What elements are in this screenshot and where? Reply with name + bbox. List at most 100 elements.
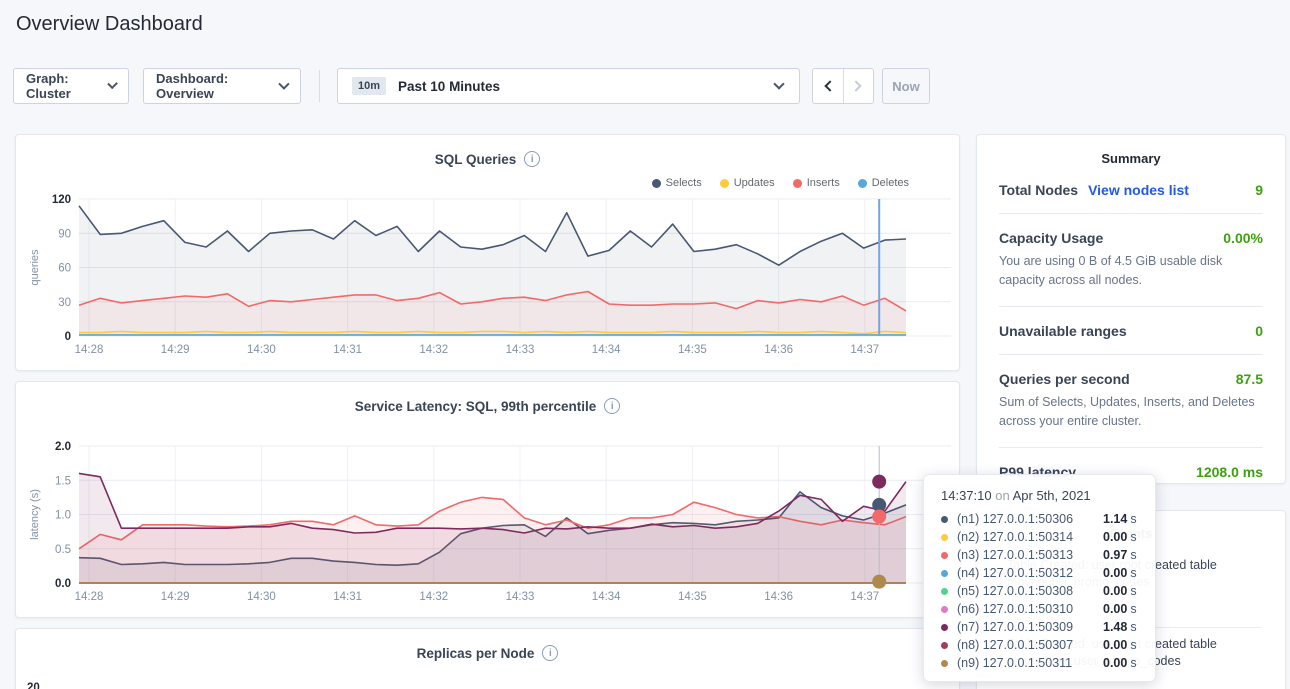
sql-queries-legend: Selects Updates Inserts Deletes: [652, 177, 909, 189]
chart-hover-tooltip: 14:37:10 on Apr 5th, 2021 (n1) 127.0.0.1…: [923, 474, 1156, 682]
legend-label: Updates: [734, 177, 775, 189]
x-tick-label: 14:30: [247, 344, 276, 356]
x-tick-label: 14:29: [161, 344, 190, 356]
y-tick-label: 2.0: [55, 441, 71, 453]
tooltip-node-row: (n7) 127.0.0.1:503091.48s: [941, 618, 1155, 636]
x-tick-label: 14:33: [506, 591, 535, 603]
node-latency-unit: s: [1130, 566, 1136, 580]
time-range-dropdown[interactable]: 10m Past 10 Minutes: [337, 68, 800, 104]
node-latency-value: 1.48: [1103, 620, 1127, 634]
x-tick-label: 14:34: [592, 344, 621, 356]
tooltip-node-row: (n6) 127.0.0.1:503100.00s: [941, 600, 1155, 618]
legend-dot: [858, 179, 867, 188]
node-latency-value: 0.00: [1103, 584, 1127, 598]
x-tick-label: 14:28: [75, 591, 104, 603]
node-color-dot: [941, 624, 948, 631]
overview-dashboard-page: Overview Dashboard Graph: Cluster Dashbo…: [0, 0, 1290, 689]
tooltip-node-row: (n3) 127.0.0.1:503130.97s: [941, 546, 1155, 564]
service-latency-chart[interactable]: 14:2814:2914:3014:3114:3214:3314:3414:35…: [16, 382, 961, 619]
node-latency-value: 1.14: [1103, 512, 1127, 526]
info-icon[interactable]: i: [524, 151, 540, 167]
node-color-dot: [941, 570, 948, 577]
graph-dropdown-label: Graph: Cluster: [26, 71, 109, 101]
node-latency-unit: s: [1130, 656, 1136, 670]
y-tick-label: 120: [52, 194, 71, 206]
x-tick-label: 14:37: [850, 591, 879, 603]
queries-per-second-description: Sum of Selects, Updates, Inserts, and De…: [999, 387, 1263, 432]
node-color-dot: [941, 642, 948, 649]
y-tick-label: 0: [65, 331, 71, 343]
queries-per-second-value: 87.5: [1236, 371, 1263, 387]
legend-label: Selects: [666, 177, 702, 189]
time-step-buttons: [812, 68, 874, 104]
chevron-left-icon: [824, 80, 835, 91]
info-icon[interactable]: i: [542, 645, 558, 661]
now-button[interactable]: Now: [882, 68, 930, 104]
legend-dot: [720, 179, 729, 188]
step-back-button[interactable]: [813, 69, 843, 103]
tooltip-node-row: (n4) 127.0.0.1:503120.00s: [941, 564, 1155, 582]
sql-queries-title: SQL Queries: [435, 152, 517, 167]
capacity-usage-label: Capacity Usage: [999, 230, 1103, 246]
node-latency-value: 0.97: [1103, 548, 1127, 562]
step-forward-button[interactable]: [843, 69, 874, 103]
summary-title: Summary: [977, 135, 1285, 166]
y-tick-label: 60: [58, 263, 71, 275]
chevron-down-icon: [773, 78, 784, 89]
node-latency-value: 0.00: [1103, 602, 1127, 616]
node-latency-value: 0.00: [1103, 566, 1127, 580]
y-axis-label: latency (s): [29, 489, 41, 540]
x-tick-label: 14:36: [764, 344, 793, 356]
x-tick-label: 14:29: [161, 591, 190, 603]
service-latency-panel: Service Latency: SQL, 99th percentile i …: [15, 381, 960, 618]
p99-latency-value: 1208.0 ms: [1196, 464, 1263, 480]
tooltip-node-row: (n1) 127.0.0.1:503061.14s: [941, 510, 1155, 528]
dashboard-dropdown[interactable]: Dashboard: Overview: [143, 68, 301, 104]
sql-queries-panel: SQL Queries i Selects Updates Inserts Delet…: [15, 134, 960, 371]
legend-item-updates[interactable]: Updates: [720, 177, 775, 189]
dashboard-dropdown-label: Dashboard: Overview: [156, 71, 280, 101]
node-latency-unit: s: [1130, 602, 1136, 616]
time-range-label: Past 10 Minutes: [398, 79, 500, 94]
legend-item-deletes[interactable]: Deletes: [858, 177, 909, 189]
graph-dropdown[interactable]: Graph: Cluster: [13, 68, 129, 104]
hover-point: [872, 475, 886, 489]
node-latency-value: 0.00: [1103, 638, 1127, 652]
node-address: (n2) 127.0.0.1:50314: [957, 530, 1103, 544]
tooltip-timestamp: 14:37:10 on Apr 5th, 2021: [941, 488, 1155, 503]
x-tick-label: 14:31: [333, 344, 362, 356]
page-title: Overview Dashboard: [16, 13, 203, 36]
view-nodes-list-link[interactable]: View nodes list: [1088, 182, 1189, 198]
y-tick-label: 0.5: [55, 544, 71, 556]
node-color-dot: [941, 516, 948, 523]
node-color-dot: [941, 660, 948, 667]
info-icon[interactable]: i: [604, 398, 620, 414]
legend-item-inserts[interactable]: Inserts: [793, 177, 840, 189]
x-tick-label: 14:28: [75, 344, 104, 356]
y-tick-label: 1.5: [55, 475, 71, 487]
tooltip-node-row: (n8) 127.0.0.1:503070.00s: [941, 636, 1155, 654]
total-nodes-label: Total Nodes: [999, 182, 1078, 198]
node-color-dot: [941, 534, 948, 541]
unavailable-ranges-value: 0: [1255, 323, 1263, 339]
legend-item-selects[interactable]: Selects: [652, 177, 702, 189]
x-tick-label: 14:35: [678, 344, 707, 356]
unavailable-ranges-label: Unavailable ranges: [999, 323, 1127, 339]
x-tick-label: 14:33: [506, 344, 535, 356]
time-range-badge: 10m: [352, 77, 386, 95]
node-latency-value: 0.00: [1103, 530, 1127, 544]
sql-queries-chart[interactable]: 14:2814:2914:3014:3114:3214:3314:3414:35…: [16, 135, 961, 372]
x-tick-label: 14:30: [247, 591, 276, 603]
node-address: (n8) 127.0.0.1:50307: [957, 638, 1103, 652]
capacity-usage-description: You are using 0 B of 4.5 GiB usable disk…: [999, 246, 1263, 291]
node-address: (n9) 127.0.0.1:50311: [957, 656, 1103, 670]
node-address: (n4) 127.0.0.1:50312: [957, 566, 1103, 580]
tooltip-node-row: (n2) 127.0.0.1:503140.00s: [941, 528, 1155, 546]
legend-dot: [652, 179, 661, 188]
replicas-per-node-title: Replicas per Node: [417, 646, 535, 661]
node-address: (n5) 127.0.0.1:50308: [957, 584, 1103, 598]
node-latency-unit: s: [1130, 512, 1136, 526]
legend-dot: [793, 179, 802, 188]
node-latency-unit: s: [1130, 584, 1136, 598]
controls-divider: [319, 70, 320, 102]
